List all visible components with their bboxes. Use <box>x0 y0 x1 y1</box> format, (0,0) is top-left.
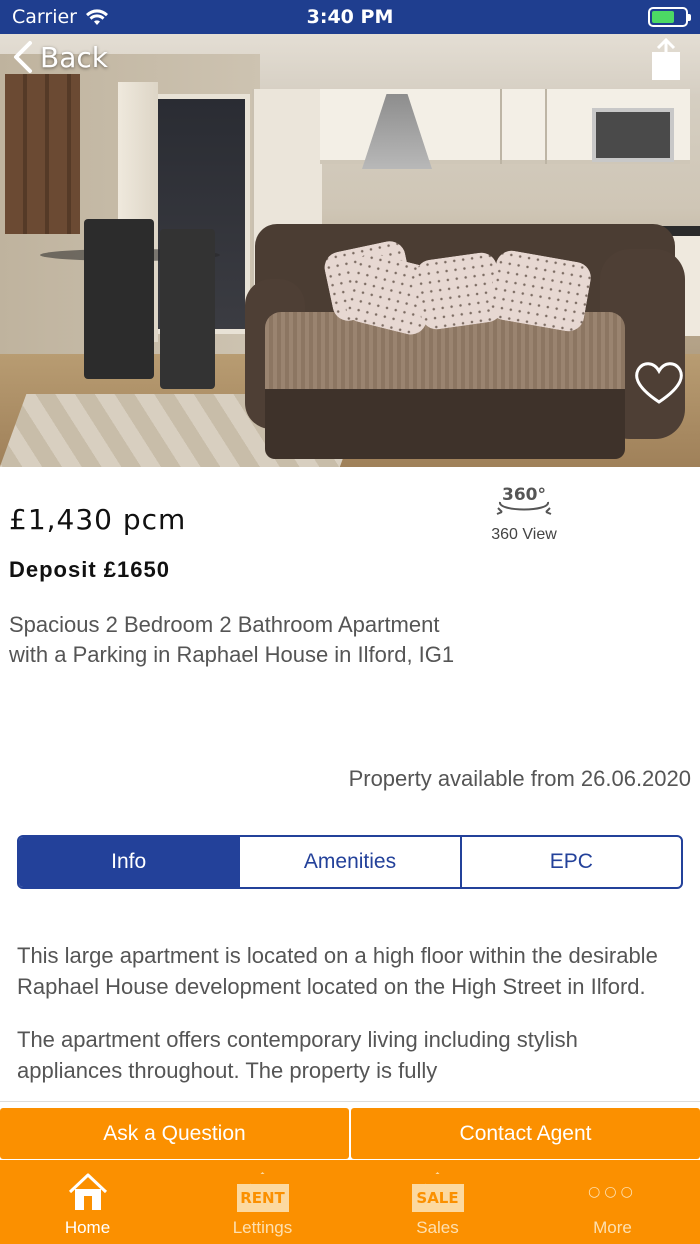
tab-bar-label: Lettings <box>232 1218 293 1237</box>
tab-info[interactable]: Info <box>19 837 239 887</box>
rent-sign-text: RENT <box>236 1184 289 1212</box>
description-paragraph: The apartment offers contemporary living… <box>17 1027 578 1083</box>
wifi-icon <box>85 9 108 25</box>
tab-bar-lettings[interactable]: RENT Lettings <box>175 1160 350 1244</box>
status-left: Carrier <box>12 6 109 28</box>
availability-date: Property available from 26.06.2020 <box>348 766 691 791</box>
property-headline: Spacious 2 Bedroom 2 Bathroom Apartment … <box>9 612 455 667</box>
photo-chair <box>160 229 215 389</box>
action-bar: Ask a Question Contact Agent <box>0 1101 700 1159</box>
photo-coat-rack <box>5 74 80 234</box>
ask-question-button[interactable]: Ask a Question <box>0 1108 349 1159</box>
share-button[interactable] <box>646 37 686 82</box>
battery-level <box>652 11 675 23</box>
tab-bar-more[interactable]: ○○○ More <box>525 1160 700 1244</box>
photo-cabinet-divider <box>545 89 547 164</box>
heart-icon <box>635 362 683 404</box>
tab-bar-home[interactable]: Home <box>0 1160 175 1244</box>
bottom-tab-bar: Home RENT Lettings SALE Sales ○○○ More <box>0 1160 700 1244</box>
tab-bar-label: Home <box>64 1218 111 1237</box>
tab-bar-sales[interactable]: SALE Sales <box>350 1160 525 1244</box>
tab-bar-label: Sales <box>416 1218 459 1237</box>
view-360-label: 360 View <box>491 526 557 543</box>
back-button[interactable]: Back <box>12 40 108 74</box>
tab-amenities[interactable]: Amenities <box>238 837 459 887</box>
photo-cabinet-divider <box>500 89 502 164</box>
view-360-badge: 360° <box>502 485 546 505</box>
battery-icon <box>648 7 691 27</box>
favourite-button[interactable] <box>632 360 686 406</box>
view-360-icon: 360° <box>496 485 552 515</box>
tab-epc[interactable]: EPC <box>459 837 681 887</box>
description-paragraph: This large apartment is located on a hig… <box>17 943 658 999</box>
photo-chair <box>84 219 154 379</box>
status-bar: Carrier 3:40 PM <box>0 0 700 34</box>
contact-agent-button[interactable]: Contact Agent <box>351 1108 700 1159</box>
property-description: This large apartment is located on a hig… <box>17 940 687 1100</box>
sale-sign-icon: SALE <box>410 1170 466 1214</box>
chevron-left-icon <box>14 41 32 73</box>
deposit-amount: Deposit £1650 <box>9 557 170 582</box>
photo-microwave <box>592 108 674 162</box>
view-360-button[interactable]: 360° 360 View <box>466 478 582 564</box>
home-icon <box>68 1173 107 1210</box>
tab-bar-label: More <box>593 1218 632 1237</box>
share-icon <box>652 37 680 80</box>
photo-sofa-base <box>265 389 625 459</box>
property-photo[interactable] <box>0 34 700 467</box>
rent-price: £1,430 pcm <box>9 503 187 536</box>
carrier-label: Carrier <box>12 6 77 28</box>
more-icon: ○○○ <box>588 1184 637 1200</box>
detail-tabs: Info Amenities EPC <box>17 835 683 889</box>
back-label: Back <box>40 40 108 74</box>
rent-sign-icon: RENT <box>235 1170 291 1214</box>
sale-sign-text: SALE <box>411 1184 464 1212</box>
